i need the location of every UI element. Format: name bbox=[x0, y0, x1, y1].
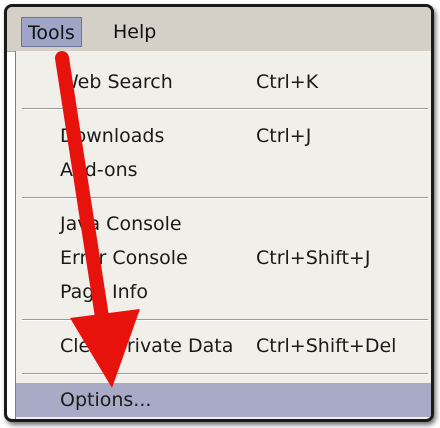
menu-separator bbox=[22, 373, 428, 375]
menu-item-java-console[interactable]: Java Console bbox=[16, 207, 431, 241]
menu-item-label: Web Search bbox=[60, 71, 173, 93]
screenshot-frame: Tools Help Web Search Ctrl+K Downloads C… bbox=[4, 4, 434, 422]
menu-separator bbox=[22, 319, 428, 321]
menu-tools-label: Tools bbox=[28, 22, 75, 44]
menu-item-web-search[interactable]: Web Search Ctrl+K bbox=[16, 65, 431, 99]
menu-tools[interactable]: Tools bbox=[21, 17, 82, 47]
tools-dropdown-menu: Web Search Ctrl+K Downloads Ctrl+J Add-o… bbox=[15, 51, 431, 419]
menu-item-shortcut: Ctrl+Shift+J bbox=[256, 247, 371, 269]
menu-item-shortcut: Ctrl+Shift+Del bbox=[256, 335, 397, 357]
menu-item-label: Error Console bbox=[60, 247, 188, 269]
menu-help-label: Help bbox=[113, 21, 157, 43]
menu-item-label: Clear Private Data bbox=[60, 335, 234, 357]
menu-item-add-ons[interactable]: Add-ons bbox=[16, 153, 431, 187]
menu-item-label: Java Console bbox=[60, 213, 182, 235]
menu-item-shortcut: Ctrl+J bbox=[256, 125, 312, 147]
menu-separator bbox=[22, 197, 428, 199]
menu-item-label: Options... bbox=[60, 389, 152, 411]
menu-item-shortcut: Ctrl+K bbox=[256, 71, 319, 93]
menu-bar: Tools Help bbox=[7, 7, 431, 52]
menu-item-options[interactable]: Options... bbox=[16, 383, 431, 417]
menu-item-label: Add-ons bbox=[60, 159, 138, 181]
menu-item-clear-private-data[interactable]: Clear Private Data Ctrl+Shift+Del bbox=[16, 329, 431, 363]
menu-item-error-console[interactable]: Error Console Ctrl+Shift+J bbox=[16, 241, 431, 275]
menu-separator bbox=[22, 108, 428, 110]
menu-item-downloads[interactable]: Downloads Ctrl+J bbox=[16, 119, 431, 153]
menu-item-label: Page Info bbox=[60, 281, 148, 303]
menu-help[interactable]: Help bbox=[107, 17, 162, 47]
menu-item-page-info[interactable]: Page Info bbox=[16, 275, 431, 309]
menu-item-label: Downloads bbox=[60, 125, 165, 147]
